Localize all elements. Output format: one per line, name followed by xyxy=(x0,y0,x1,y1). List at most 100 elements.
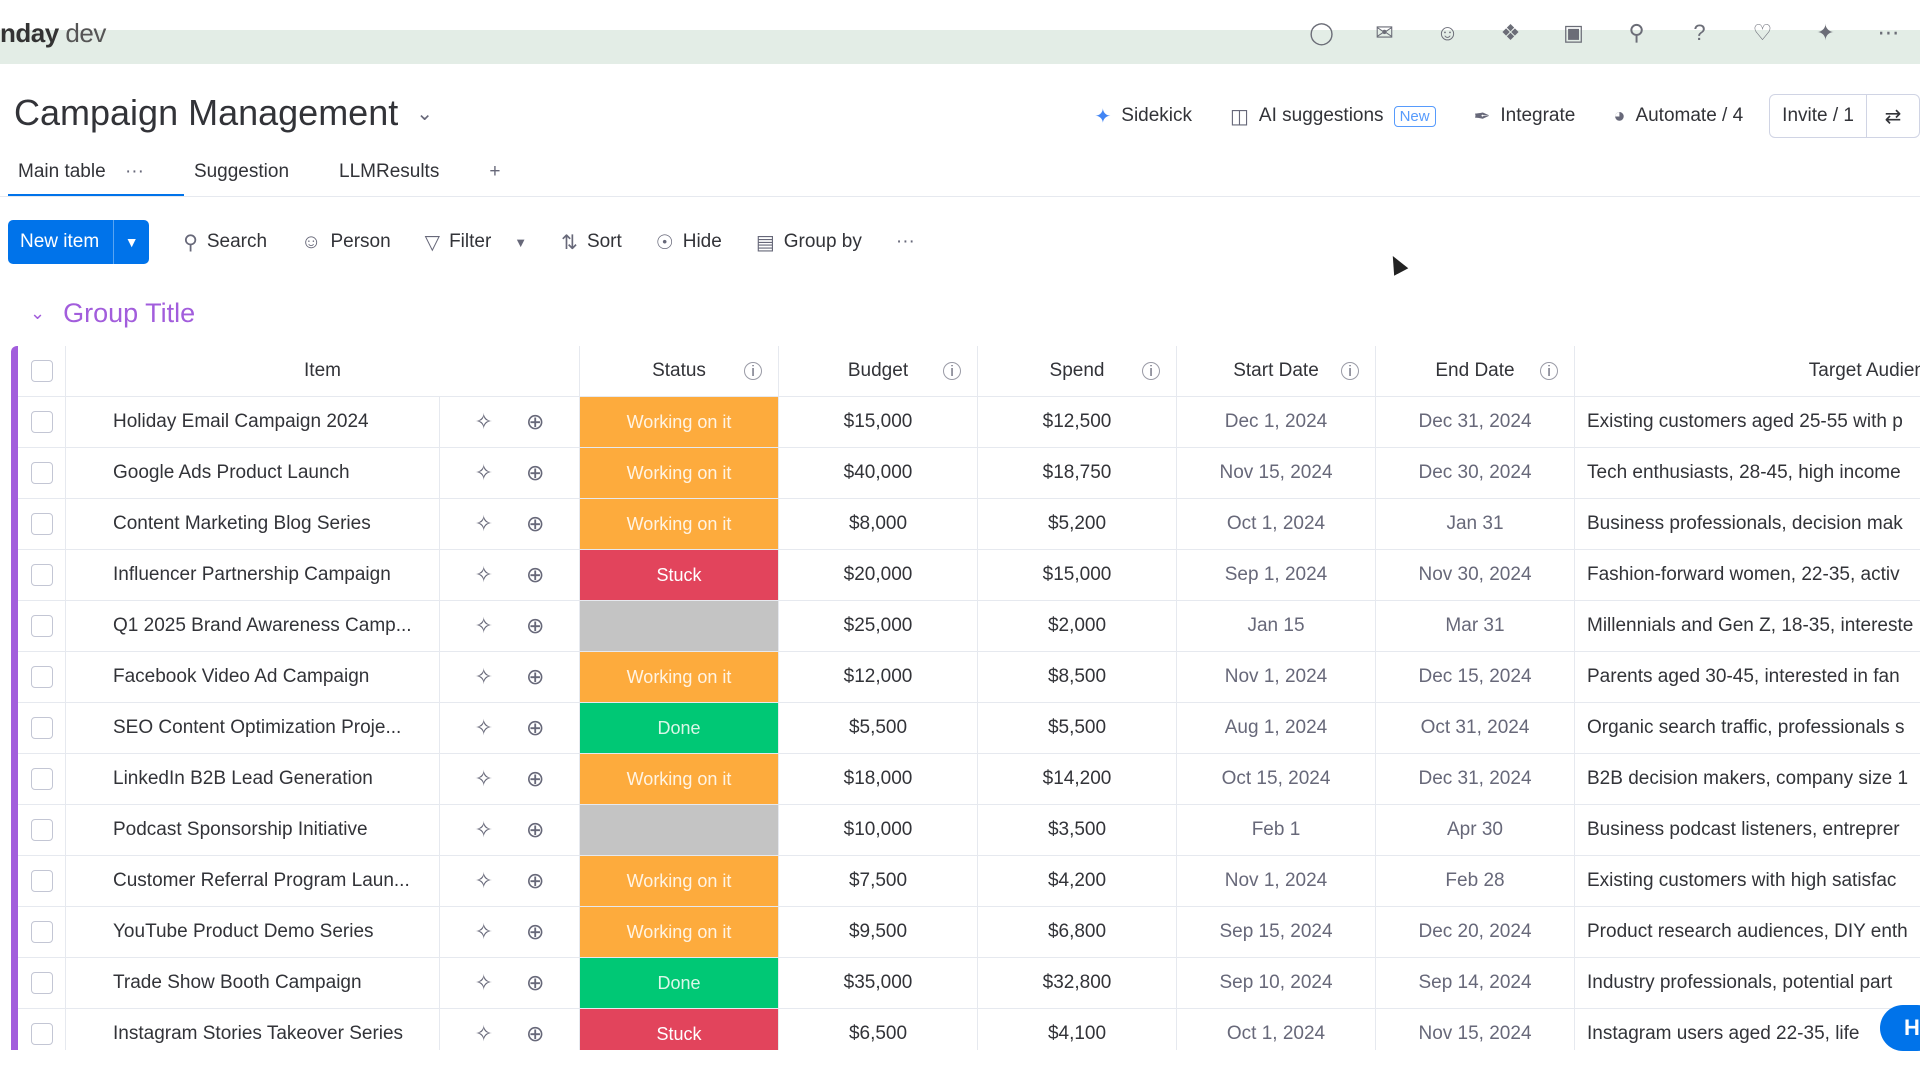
gift-icon[interactable]: ♡ xyxy=(1731,20,1794,46)
ai-sparkle-icon[interactable]: ✧ xyxy=(475,817,493,843)
info-icon[interactable]: i xyxy=(943,362,961,380)
invite-button[interactable]: Invite / 1 xyxy=(1770,95,1867,137)
select-all-checkbox[interactable] xyxy=(30,360,53,382)
spend-cell[interactable]: $2,000 xyxy=(978,601,1177,651)
status-cell[interactable]: Working on it xyxy=(580,448,779,498)
spend-cell[interactable]: $14,200 xyxy=(978,754,1177,804)
target-audience-cell[interactable]: Product research audiences, DIY enth xyxy=(1575,907,1920,957)
status-label[interactable]: Stuck xyxy=(580,550,778,600)
ai-sparkle-icon[interactable]: ✧ xyxy=(475,562,493,588)
tab-llmresults[interactable]: LLMResults xyxy=(329,155,449,197)
row-checkbox[interactable] xyxy=(30,717,53,739)
info-icon[interactable]: i xyxy=(1341,362,1359,380)
start-date-cell[interactable]: Nov 1, 2024 xyxy=(1177,856,1376,906)
sort-button[interactable]: ⇅ Sort xyxy=(561,230,622,255)
table-row[interactable]: Content Marketing Blog Series ✧ ⊕ Working o… xyxy=(18,499,1920,550)
start-date-cell[interactable]: Aug 1, 2024 xyxy=(1177,703,1376,753)
info-icon[interactable]: i xyxy=(744,362,762,380)
ai-icon[interactable]: ✦ xyxy=(1794,20,1857,46)
table-row[interactable]: Customer Referral Program Laun... ✧ ⊕ Worki… xyxy=(18,856,1920,907)
start-date-cell[interactable]: Dec 1, 2024 xyxy=(1177,397,1376,447)
target-audience-cell[interactable]: Fashion-forward women, 22-35, activ xyxy=(1575,550,1920,600)
row-checkbox[interactable] xyxy=(30,666,53,688)
target-audience-cell[interactable]: Parents aged 30-45, interested in fan xyxy=(1575,652,1920,702)
end-date-cell[interactable]: Dec 31, 2024 xyxy=(1376,754,1575,804)
table-row[interactable]: Holiday Email Campaign 2024 ✧ ⊕ Working on … xyxy=(18,397,1920,448)
item-name-cell[interactable]: Holiday Email Campaign 2024 xyxy=(66,397,440,447)
start-date-cell[interactable]: Oct 1, 2024 xyxy=(1177,499,1376,549)
budget-cell[interactable]: $12,000 xyxy=(779,652,978,702)
status-label[interactable] xyxy=(580,601,778,651)
target-audience-cell[interactable]: Tech enthusiasts, 28-45, high income xyxy=(1575,448,1920,498)
table-row[interactable]: YouTube Product Demo Series ✧ ⊕ Working on … xyxy=(18,907,1920,958)
add-update-icon[interactable]: ⊕ xyxy=(526,460,544,486)
start-date-cell[interactable]: Sep 1, 2024 xyxy=(1177,550,1376,600)
tab-main-table[interactable]: Main table ··· xyxy=(8,155,184,197)
status-label[interactable]: Working on it xyxy=(580,397,778,447)
table-row[interactable]: Influencer Partnership Campaign ✧ ⊕ Stuck $2… xyxy=(18,550,1920,601)
info-icon[interactable]: i xyxy=(1142,362,1160,380)
ai-sparkle-icon[interactable]: ✧ xyxy=(475,511,493,537)
status-label[interactable]: Working on it xyxy=(580,448,778,498)
status-label[interactable]: Working on it xyxy=(580,907,778,957)
group-header[interactable]: ⌄ Group Title xyxy=(30,298,195,329)
end-date-cell[interactable]: Sep 14, 2024 xyxy=(1376,958,1575,1008)
table-row[interactable]: Google Ads Product Launch ✧ ⊕ Working on it… xyxy=(18,448,1920,499)
target-audience-cell[interactable]: B2B decision makers, company size 1 xyxy=(1575,754,1920,804)
person-filter-button[interactable]: ☺ Person xyxy=(301,231,391,254)
ai-sparkle-icon[interactable]: ✧ xyxy=(475,460,493,486)
search-icon[interactable]: ⚲ xyxy=(1605,20,1668,46)
end-date-cell[interactable]: Mar 31 xyxy=(1376,601,1575,651)
search-button[interactable]: ⚲ Search xyxy=(183,230,267,255)
end-date-cell[interactable]: Apr 30 xyxy=(1376,805,1575,855)
row-checkbox[interactable] xyxy=(30,462,53,484)
item-name-cell[interactable]: Influencer Partnership Campaign xyxy=(66,550,440,600)
add-update-icon[interactable]: ⊕ xyxy=(526,817,544,843)
status-cell[interactable]: Stuck xyxy=(580,550,779,600)
add-update-icon[interactable]: ⊕ xyxy=(526,919,544,945)
start-date-cell[interactable]: Sep 10, 2024 xyxy=(1177,958,1376,1008)
item-name-cell[interactable]: Customer Referral Program Laun... xyxy=(66,856,440,906)
chevron-down-icon[interactable]: ▼ xyxy=(514,235,527,250)
row-checkbox[interactable] xyxy=(30,411,53,433)
start-date-cell[interactable]: Oct 15, 2024 xyxy=(1177,754,1376,804)
group-title-text[interactable]: Group Title xyxy=(63,298,195,329)
start-date-cell[interactable]: Nov 15, 2024 xyxy=(1177,448,1376,498)
budget-cell[interactable]: $9,500 xyxy=(779,907,978,957)
copy-link-icon[interactable]: ⇄ xyxy=(1867,104,1919,129)
ai-sparkle-icon[interactable]: ✧ xyxy=(475,664,493,690)
item-name-cell[interactable]: Trade Show Booth Campaign xyxy=(66,958,440,1008)
status-cell[interactable]: Working on it xyxy=(580,499,779,549)
sidekick-button[interactable]: ✦ Sidekick xyxy=(1095,104,1193,129)
status-cell[interactable]: Working on it xyxy=(580,754,779,804)
end-date-cell[interactable]: Nov 30, 2024 xyxy=(1376,550,1575,600)
apps-icon[interactable]: ❖ xyxy=(1479,20,1542,46)
item-name-cell[interactable]: SEO Content Optimization Proje... xyxy=(66,703,440,753)
spend-cell[interactable]: $4,200 xyxy=(978,856,1177,906)
integrate-button[interactable]: ✒ Integrate xyxy=(1474,104,1576,129)
column-header-item[interactable]: Item xyxy=(66,346,580,396)
end-date-cell[interactable]: Dec 15, 2024 xyxy=(1376,652,1575,702)
inbox-icon[interactable]: ✉ xyxy=(1353,20,1416,46)
ai-sparkle-icon[interactable]: ✧ xyxy=(475,919,493,945)
ai-sparkle-icon[interactable]: ✧ xyxy=(475,970,493,996)
column-header-budget[interactable]: Budget i xyxy=(779,346,978,396)
spend-cell[interactable]: $18,750 xyxy=(978,448,1177,498)
info-icon[interactable]: i xyxy=(1540,362,1558,380)
spend-cell[interactable]: $5,200 xyxy=(978,499,1177,549)
start-date-cell[interactable]: Nov 1, 2024 xyxy=(1177,652,1376,702)
budget-cell[interactable]: $40,000 xyxy=(779,448,978,498)
status-cell[interactable]: Working on it xyxy=(580,652,779,702)
item-name-cell[interactable]: Google Ads Product Launch xyxy=(66,448,440,498)
spend-cell[interactable]: $15,000 xyxy=(978,550,1177,600)
target-audience-cell[interactable]: Business professionals, decision mak xyxy=(1575,499,1920,549)
add-update-icon[interactable]: ⊕ xyxy=(526,613,544,639)
spend-cell[interactable]: $32,800 xyxy=(978,958,1177,1008)
end-date-cell[interactable]: Jan 31 xyxy=(1376,499,1575,549)
new-item-button[interactable]: New item ▼ xyxy=(8,220,150,264)
robot-icon[interactable]: ▣ xyxy=(1542,20,1605,46)
end-date-cell[interactable]: Oct 31, 2024 xyxy=(1376,703,1575,753)
budget-cell[interactable]: $18,000 xyxy=(779,754,978,804)
budget-cell[interactable]: $5,500 xyxy=(779,703,978,753)
add-update-icon[interactable]: ⊕ xyxy=(526,562,544,588)
